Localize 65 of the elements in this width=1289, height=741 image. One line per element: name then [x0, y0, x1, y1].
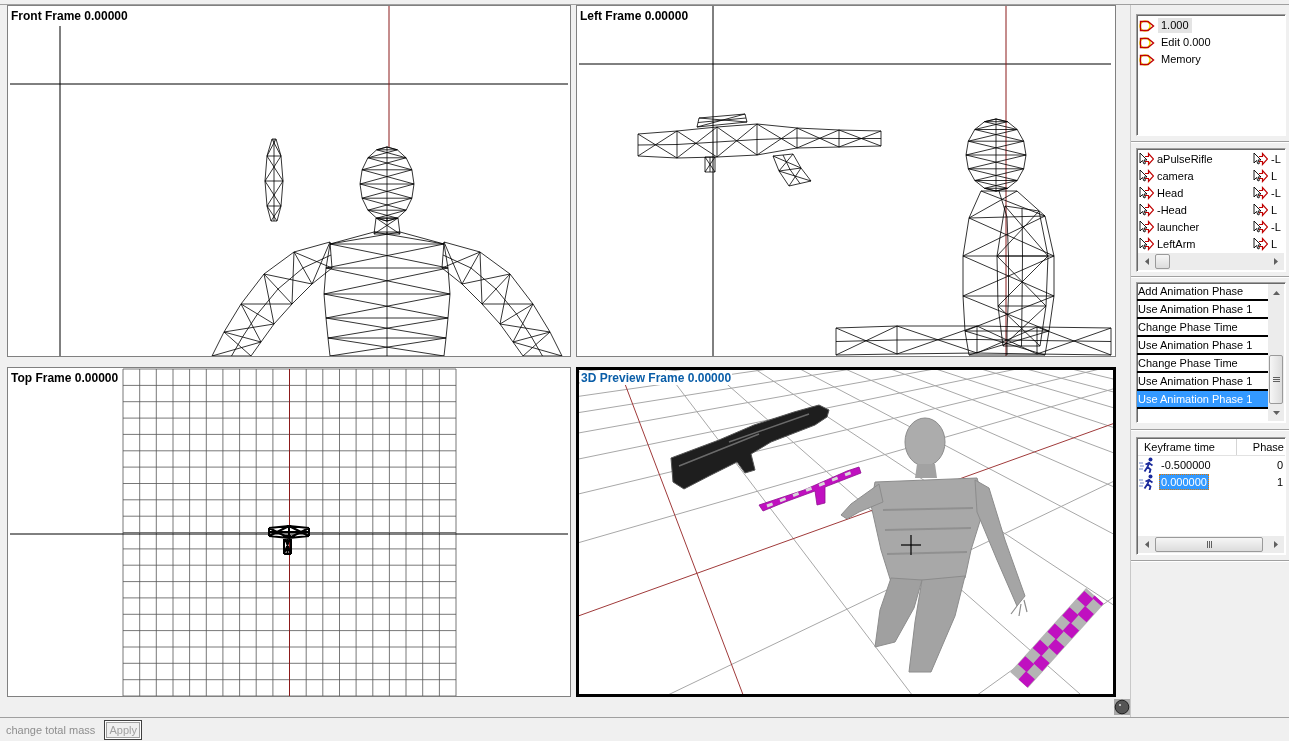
list-item[interactable]: LeftArm	[1157, 237, 1196, 250]
arrow-icon	[1253, 168, 1268, 183]
side-viewport[interactable]: Left Frame 0.00000	[576, 5, 1116, 357]
viewport-title: Top Frame 0.00000	[10, 371, 120, 385]
grip-icon	[1206, 541, 1212, 548]
list-item[interactable]: -Head	[1157, 203, 1187, 216]
keyframe-time[interactable]: -0.500000	[1159, 456, 1213, 473]
arrow-icon	[1139, 236, 1154, 251]
list-item[interactable]: camera	[1157, 169, 1194, 182]
arrow-icon	[1253, 219, 1268, 234]
arrow-icon	[1253, 202, 1268, 217]
scroll-thumb[interactable]	[1155, 254, 1170, 269]
list-item[interactable]: Head	[1157, 186, 1184, 199]
tag-icon	[1139, 52, 1155, 67]
horizontal-scrollbar[interactable]	[1138, 536, 1284, 553]
large-rifle-model[interactable]	[670, 404, 830, 490]
arrow-icon	[1139, 185, 1154, 200]
list-item[interactable]: L	[1271, 237, 1278, 250]
list-item[interactable]: L	[1271, 203, 1278, 216]
right-arrow-icon	[1273, 541, 1278, 548]
knob-icon[interactable]	[1114, 699, 1130, 715]
left-arrow-icon	[1144, 541, 1149, 548]
vertical-scrollbar[interactable]	[1268, 284, 1284, 421]
top-viewport[interactable]: Top Frame 0.00000	[7, 367, 571, 697]
list-item[interactable]: -L	[1271, 152, 1281, 165]
arrow-icon	[1253, 151, 1268, 166]
phase-cell-text: 1	[1276, 475, 1284, 488]
scroll-thumb[interactable]	[1269, 355, 1283, 404]
tag-icon	[1139, 35, 1155, 50]
phase-cell-text: 0	[1276, 458, 1284, 471]
tag-icon	[1139, 18, 1155, 33]
left-arrow-icon	[1144, 258, 1149, 265]
mass-label: change total mass	[6, 723, 96, 736]
list-item[interactable]: 1.000	[1158, 18, 1192, 33]
arrow-icon	[1139, 151, 1154, 166]
viewport-title: Front Frame 0.00000	[10, 9, 129, 23]
list-item[interactable]: Edit 0.000	[1158, 35, 1214, 50]
up-arrow-icon	[1272, 290, 1280, 295]
horizontal-scrollbar[interactable]	[1138, 253, 1284, 270]
arrow-icon	[1253, 185, 1268, 200]
preview-viewport[interactable]: 3D Preview Frame 0.00000	[576, 367, 1116, 697]
list-item[interactable]: Memory	[1158, 52, 1204, 67]
list-item[interactable]: -L	[1271, 220, 1281, 233]
viewport-title: 3D Preview Frame 0.00000	[580, 371, 733, 385]
list-item[interactable]: aPulseRifle	[1157, 152, 1213, 165]
arrow-icon	[1139, 168, 1154, 183]
front-viewport[interactable]: Front Frame 0.00000	[7, 5, 571, 357]
checkered-tube-model[interactable]	[1010, 587, 1104, 689]
list-item[interactable]: launcher	[1157, 220, 1200, 233]
scroll-thumb[interactable]	[1155, 537, 1263, 552]
rifle-wireframe-drawing	[268, 525, 310, 555]
list-item[interactable]: L	[1271, 169, 1278, 182]
crosshair-icon	[900, 534, 922, 556]
grip-icon	[1272, 377, 1280, 382]
human-model[interactable]	[840, 417, 1028, 673]
arrow-icon	[1139, 219, 1154, 234]
runner-icon	[1139, 456, 1155, 473]
striped-rifle-model[interactable]	[758, 466, 862, 512]
arrow-icon	[1139, 202, 1154, 217]
right-arrow-icon	[1273, 258, 1278, 265]
viewport-title: Left Frame 0.00000	[579, 9, 690, 23]
down-arrow-icon	[1272, 410, 1280, 415]
arrow-icon	[1253, 236, 1268, 251]
list-item[interactable]: -L	[1271, 186, 1281, 199]
runner-icon	[1139, 473, 1155, 490]
